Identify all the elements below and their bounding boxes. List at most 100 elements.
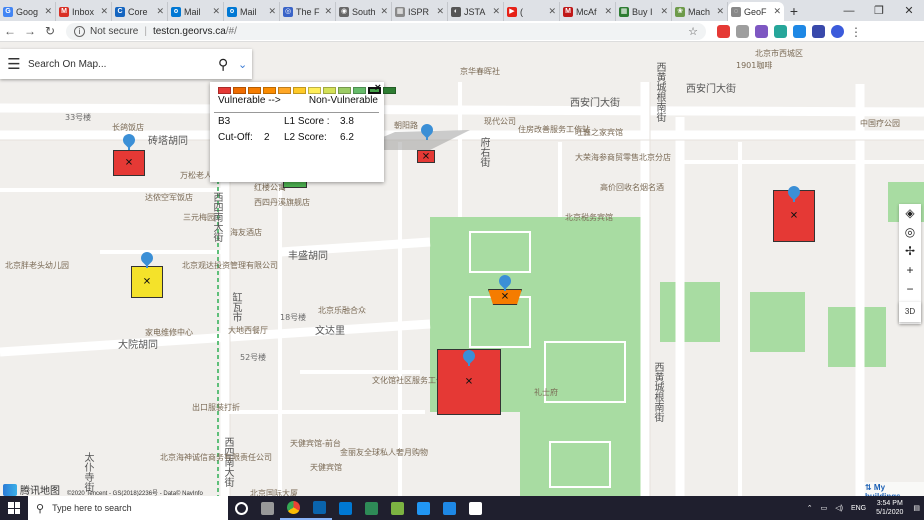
poi-label[interactable]: 家电维修中心 [145, 327, 193, 338]
poi-label[interactable]: 天健宾馆-前台 [290, 438, 341, 449]
browser-tab[interactable]: M Inbox ✕ [56, 2, 112, 21]
close-tab-icon[interactable]: ✕ [548, 6, 556, 17]
chevron-down-icon[interactable]: ⌄ [238, 58, 252, 71]
locate-icon[interactable]: ◎ [899, 223, 921, 242]
my-buildings-button[interactable]: ⇅ My buildings [862, 482, 924, 496]
close-tab-icon[interactable]: ✕ [44, 6, 52, 17]
close-tab-icon[interactable]: ✕ [716, 6, 724, 17]
poi-label[interactable]: 朝阳路 [394, 120, 418, 131]
bookmark-star-icon[interactable]: ☆ [688, 25, 698, 38]
taskbar-app-icon[interactable] [410, 496, 436, 520]
poi-label[interactable]: 京华春晖社 [460, 66, 500, 77]
poi-label[interactable]: 天健宾馆 [310, 462, 342, 473]
browser-tab[interactable]: o Mail ✕ [168, 2, 224, 21]
poi-label[interactable]: 北京乐融合众 [318, 305, 366, 316]
browser-tab[interactable]: ◐ JSTA ✕ [448, 2, 504, 21]
map-pin-icon[interactable] [120, 131, 138, 150]
browser-tab[interactable]: ◉ South ✕ [336, 2, 392, 21]
map-canvas[interactable]: 砖塔胡同 大院胡同 西安门大街 西安门大街 西四南大街 西四南大街 西黄城根南街… [0, 42, 924, 496]
browser-tab[interactable]: o Mail ✕ [224, 2, 280, 21]
poi-label[interactable]: 礼士府 [534, 387, 558, 398]
poi-label[interactable]: 北京海神诚信商务有限责任公司 [160, 452, 272, 463]
extension-icon[interactable] [812, 24, 825, 38]
poi-label[interactable]: 现代公司 [484, 116, 516, 127]
poi-label[interactable]: 红楼公寓 [254, 182, 286, 193]
info-icon[interactable]: i [74, 25, 85, 37]
poi-label[interactable]: 北京税务宾馆 [565, 212, 613, 223]
taskbar-app-icon[interactable] [462, 496, 488, 520]
zoom-out-button[interactable]: − [899, 280, 921, 299]
search-input[interactable]: Search On Map... [28, 59, 218, 70]
map-pin-icon[interactable] [460, 347, 478, 366]
building-b5[interactable]: ✕ [488, 289, 522, 305]
poi-label[interactable]: 达侬空军饭店 [145, 192, 193, 203]
close-tab-icon[interactable]: ✕ [100, 6, 108, 17]
minimize-button[interactable]: — [834, 5, 864, 17]
close-icon[interactable]: × [375, 82, 381, 94]
taskbar-search[interactable]: ⚲ Type here to search [28, 496, 228, 520]
taskbar-app-icon[interactable] [228, 496, 254, 520]
zoom-in-button[interactable]: + [899, 261, 921, 280]
profile-avatar[interactable] [831, 24, 844, 38]
browser-tab[interactable]: ◎ The F ✕ [280, 2, 336, 21]
close-tab-icon[interactable]: ✕ [156, 6, 164, 17]
poi-label[interactable]: 中国疗公园 [860, 118, 900, 129]
taskbar-app-icon[interactable] [436, 496, 462, 520]
forward-icon[interactable]: → [20, 24, 40, 38]
start-button[interactable] [0, 496, 28, 520]
volume-icon[interactable]: ◁) [835, 504, 843, 512]
poi-label[interactable]: 金丽友全球私人奢月购物 [340, 447, 428, 458]
map-pin-icon[interactable] [418, 121, 436, 140]
browser-tab[interactable]: C Core ✕ [112, 2, 168, 21]
map-pin-icon[interactable] [785, 183, 803, 202]
poi-label[interactable]: 大荣海参商贸零售北京分店 [575, 152, 671, 163]
language-indicator[interactable]: ENG [851, 505, 866, 512]
taskbar-app-icon[interactable] [332, 496, 358, 520]
new-tab-button[interactable]: + [784, 2, 804, 21]
poi-label[interactable]: 北京市西城区 [755, 48, 803, 59]
extension-icon[interactable] [774, 24, 787, 38]
browser-tab[interactable]: M McAf ✕ [560, 2, 616, 21]
extension-icon[interactable] [736, 24, 749, 38]
hamburger-menu-icon[interactable]: ☰ [0, 55, 28, 73]
taskbar-app-icon[interactable] [384, 496, 410, 520]
poi-label[interactable]: 北京观达投资管理有限公司 [182, 260, 278, 271]
extension-icon[interactable] [755, 24, 768, 38]
poi-label[interactable]: 海友酒店 [230, 227, 262, 238]
extension-icon[interactable] [717, 24, 730, 38]
view-3d-button[interactable]: 3D [899, 302, 921, 322]
poi-label[interactable]: 1901咖啡 [736, 60, 772, 71]
poi-label[interactable]: 住房改善服务工作站 [518, 124, 590, 135]
chevron-up-icon[interactable]: ⌃ [807, 504, 813, 512]
map-pin-icon[interactable] [138, 249, 156, 268]
building-b4[interactable]: ✕ [417, 150, 435, 163]
taskbar-app-icon[interactable] [306, 496, 332, 520]
poi-label[interactable]: 北京胖老头幼儿园 [5, 260, 69, 271]
reload-icon[interactable]: ↻ [40, 24, 60, 38]
browser-tab[interactable]: ❀ Mach ✕ [672, 2, 728, 21]
close-tab-icon[interactable]: ✕ [773, 6, 781, 17]
browser-tab[interactable]: G Goog ✕ [0, 2, 56, 21]
taskbar-app-icon[interactable] [280, 496, 306, 520]
search-icon[interactable]: ⚲ [218, 56, 238, 73]
close-tab-icon[interactable]: ✕ [212, 6, 220, 17]
poi-label[interactable]: 长鸽饭店 [112, 122, 144, 133]
close-window-button[interactable]: ✕ [894, 4, 924, 17]
browser-tab[interactable]: ▦ Buy I ✕ [616, 2, 672, 21]
building-b1[interactable]: ✕ [113, 150, 145, 176]
close-tab-icon[interactable]: ✕ [604, 6, 612, 17]
network-icon[interactable]: ▭ [821, 504, 828, 512]
maximize-button[interactable]: ❐ [864, 4, 894, 17]
back-icon[interactable]: ← [0, 24, 20, 38]
poi-label[interactable]: 北京国际大厦 [250, 488, 298, 496]
close-tab-icon[interactable]: ✕ [660, 6, 668, 17]
building-b2[interactable]: ✕ [131, 266, 163, 298]
poi-label[interactable]: 西四丹溪旗舰店 [254, 197, 310, 208]
extension-icon[interactable] [793, 24, 806, 38]
browser-tab[interactable]: ◌ GeoF ✕ [728, 2, 784, 21]
close-tab-icon[interactable]: ✕ [268, 6, 276, 17]
close-tab-icon[interactable]: ✕ [492, 6, 500, 17]
poi-label[interactable]: 高价回收名烟名酒 [600, 182, 664, 193]
poi-label[interactable]: 大地西餐厅 [228, 325, 268, 336]
close-tab-icon[interactable]: ✕ [436, 6, 444, 17]
